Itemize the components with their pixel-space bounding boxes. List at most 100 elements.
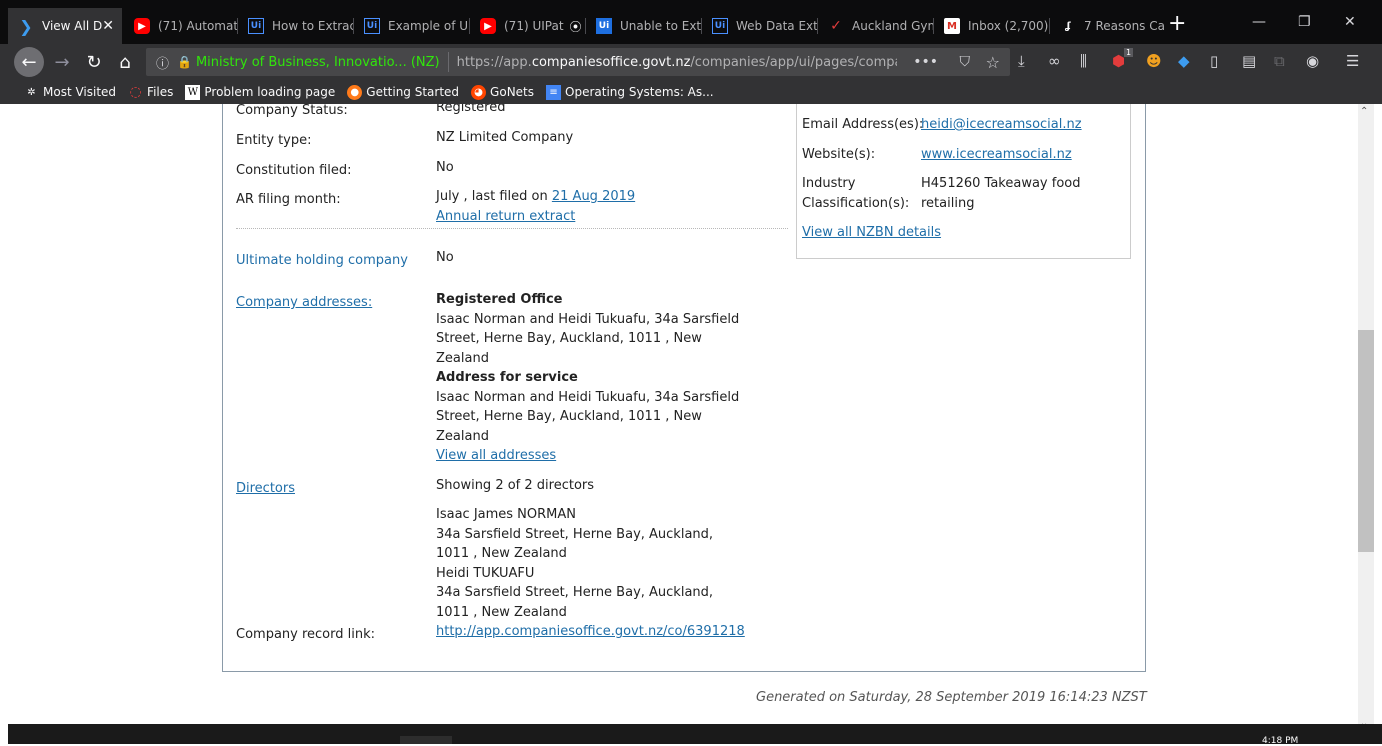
minimize-button[interactable]: — <box>1252 14 1266 30</box>
tab-auckland-gym[interactable]: ✓ Auckland Gym <box>818 8 934 44</box>
tab-youtube-automation[interactable]: ▶ (71) Automat <box>124 8 238 44</box>
tab-label: (71) Automat <box>158 19 238 33</box>
doc-icon: ≡ <box>546 84 562 100</box>
youtube-icon: ▶ <box>134 18 150 34</box>
sidebar-icon[interactable]: ▯ <box>1210 52 1218 70</box>
tab-label: How to Extrac <box>272 19 354 33</box>
page-icon: ʆ <box>1065 20 1071 32</box>
view-all-nzbn-details-link[interactable]: View all NZBN details <box>802 223 941 243</box>
email-link[interactable]: heidi@icecreamsocial.nz <box>921 115 1082 135</box>
navigation-toolbar: ← → ↻ ⌂ ⓘ 🔒 Ministry of Business, Innova… <box>0 44 1382 80</box>
service-address-line: Zealand <box>436 429 489 444</box>
account-icon[interactable]: ◉ <box>1306 52 1319 70</box>
forward-button[interactable]: → <box>50 50 74 74</box>
directors-count: Showing 2 of 2 directors <box>436 478 595 493</box>
bookmark-files[interactable]: ◌ Files <box>128 84 174 100</box>
page-content: Company Status: Registered Entity type: … <box>0 104 1358 724</box>
section-divider <box>236 228 788 229</box>
reload-button[interactable]: ↻ <box>82 50 106 74</box>
view-all-addresses-link[interactable]: View all addresses <box>436 446 556 466</box>
close-tab-icon[interactable]: ✕ <box>102 18 114 34</box>
constitution-value: No <box>436 160 454 175</box>
firefox-icon: ● <box>347 84 363 100</box>
tick-icon: ✓ <box>830 18 842 34</box>
menu-icon[interactable]: ☰ <box>1346 52 1359 70</box>
address-bar[interactable]: ⓘ 🔒 Ministry of Business, Innovatio... (… <box>146 48 1010 76</box>
scroll-up-icon[interactable]: ⌃ <box>1360 106 1368 117</box>
url-text[interactable]: https://app.companiesoffice.govt.nz/comp… <box>457 55 897 70</box>
company-addresses-link[interactable]: Company addresses: <box>236 293 372 313</box>
site-identity[interactable]: Ministry of Business, Innovatio... (NZ) <box>196 55 440 70</box>
annual-return-extract-link[interactable]: Annual return extract <box>436 207 575 227</box>
extension-gem-icon[interactable]: ◆ <box>1178 52 1190 70</box>
ar-filed-date-link[interactable]: 21 Aug 2019 <box>552 189 635 204</box>
director-line: 1011 , New Zealand <box>436 605 567 620</box>
home-button[interactable]: ⌂ <box>113 50 137 74</box>
ar-filing-label: AR filing month: <box>236 192 341 207</box>
website-link[interactable]: www.icecreamsocial.nz <box>921 145 1072 165</box>
registered-office-heading: Registered Office <box>436 292 563 307</box>
bookmark-label: Getting Started <box>366 85 460 99</box>
director-line: 34a Sarsfield Street, Herne Bay, Aucklan… <box>436 585 714 600</box>
url-prefix: https://app. <box>456 54 532 70</box>
generated-timestamp: Generated on Saturday, 28 September 2019… <box>756 690 1147 705</box>
new-tab-button[interactable]: + <box>1168 12 1186 36</box>
bookmark-getting-started[interactable]: ● Getting Started <box>347 84 460 100</box>
page-actions-icon[interactable]: ••• <box>913 54 938 70</box>
gear-icon: ✲ <box>27 86 36 98</box>
youtube-icon: ▶ <box>480 18 496 34</box>
tab-label: Example of U <box>388 19 469 33</box>
tab-youtube-uipath[interactable]: ▶ (71) UIPat ⦿ <box>470 8 586 44</box>
ar-filing-text: July , last filed on <box>436 189 548 204</box>
ultimate-holding-company-label[interactable]: Ultimate holding company <box>236 251 408 271</box>
tab-7-reasons[interactable]: ʆ 7 Reasons Ca <box>1050 8 1164 44</box>
tab-web-data-extraction[interactable]: Ui Web Data Ext <box>702 8 818 44</box>
bookmark-label: Files <box>147 85 174 99</box>
bookmark-gonets[interactable]: ◕ GoNets <box>471 84 534 100</box>
restore-button[interactable]: ❐ <box>1298 14 1311 30</box>
director-line: Heidi TUKUAFU <box>436 566 535 581</box>
company-record-label: Company record link: <box>236 627 376 642</box>
library-icon[interactable]: ⫼ <box>1080 52 1087 70</box>
status-value: Registered <box>436 104 506 115</box>
bookmark-problem-loading[interactable]: W Problem loading page <box>185 84 335 100</box>
tab-how-to-extract[interactable]: Ui How to Extrac <box>238 8 354 44</box>
constitution-label: Constitution filed: <box>236 163 352 178</box>
tab-unable-to-extract[interactable]: Ui Unable to Ext <box>586 8 702 44</box>
screenshot-icon[interactable]: ⧉ <box>1274 52 1285 70</box>
bookmark-most-visited[interactable]: ✲ Most Visited <box>24 85 116 100</box>
registered-office-line: Street, Herne Bay, Auckland, 1011 , New <box>436 331 702 346</box>
pocket-icon[interactable]: ⛉ <box>960 54 971 70</box>
close-window-button[interactable]: ✕ <box>1344 14 1356 30</box>
tab-example[interactable]: Ui Example of U <box>354 8 470 44</box>
tab-inbox[interactable]: M Inbox (2,700) <box>934 8 1050 44</box>
taskbar-item[interactable] <box>400 736 452 744</box>
back-button[interactable]: ← <box>14 47 44 77</box>
tab-label: (71) UIPat <box>504 19 564 33</box>
scrollbar-thumb[interactable] <box>1358 330 1374 552</box>
directors-link[interactable]: Directors <box>236 479 295 499</box>
bookmark-star-icon[interactable]: ☆ <box>986 53 1000 72</box>
tab-label: Unable to Ext <box>620 19 702 33</box>
taskbar-edge <box>0 724 8 744</box>
info-icon[interactable]: ⓘ <box>156 53 169 72</box>
service-address-line: Isaac Norman and Heidi Tukuafu, 34a Sars… <box>436 390 740 405</box>
download-icon[interactable]: ⤓ <box>1018 52 1025 70</box>
mask-icon[interactable]: ∞ <box>1048 52 1061 70</box>
director-line: 1011 , New Zealand <box>436 546 567 561</box>
email-label: Email Address(es): <box>802 117 924 132</box>
taskbar-clock[interactable]: 4:18 PM <box>1262 736 1298 746</box>
tab-label: Inbox (2,700) <box>968 19 1049 33</box>
wikipedia-icon: W <box>185 84 201 100</box>
company-record-link[interactable]: http://app.companiesoffice.govt.nz/co/63… <box>436 622 745 642</box>
registered-office-line: Isaac Norman and Heidi Tukuafu, 34a Sars… <box>436 312 740 327</box>
reader-icon[interactable]: ▤ <box>1242 52 1256 70</box>
industry-label: Industry <box>802 176 856 191</box>
ublock-badge: 1 <box>1124 48 1134 57</box>
gmail-icon: M <box>944 18 960 34</box>
bookmark-operating-systems[interactable]: ≡ Operating Systems: As... <box>546 84 714 100</box>
tab-view-all[interactable]: ❯ View All D ✕ <box>8 8 122 44</box>
extension-monkey-icon[interactable]: ☻ <box>1146 52 1162 70</box>
bookmarks-toolbar: ✲ Most Visited ◌ Files W Problem loading… <box>0 80 1382 104</box>
uipath-icon: Ui <box>248 18 264 34</box>
